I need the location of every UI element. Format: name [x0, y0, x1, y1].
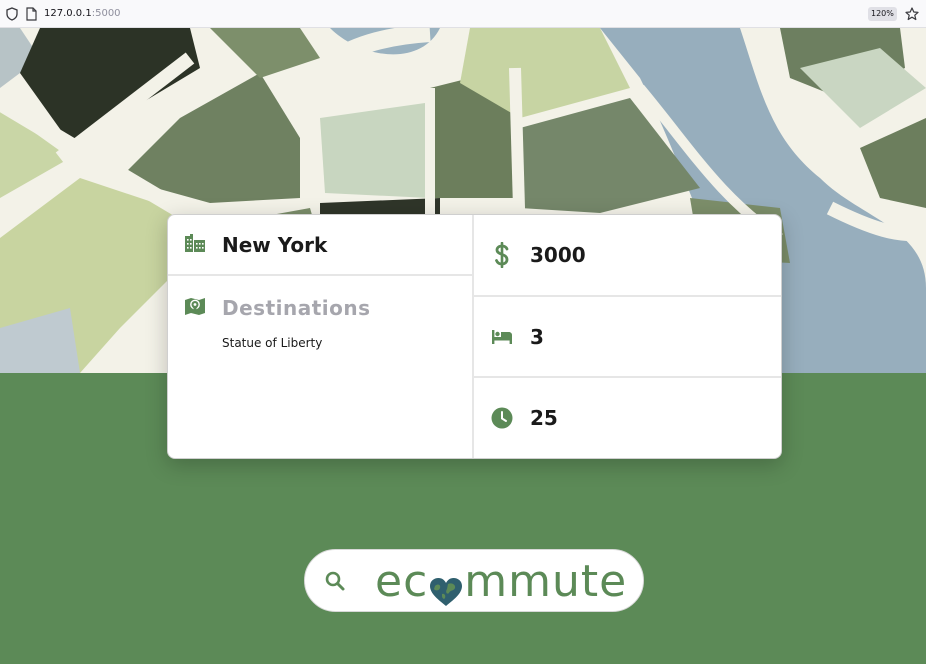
- zoom-level-badge[interactable]: 120%: [868, 7, 897, 21]
- clock-icon: [490, 407, 514, 429]
- beds-row: 3: [474, 297, 781, 379]
- city-icon: [184, 233, 206, 256]
- budget-value: 3000: [530, 242, 586, 267]
- budget-row: 3000: [474, 215, 781, 297]
- destinations-section: Destinations Statue of Liberty: [168, 276, 472, 350]
- map-marker-icon: [184, 297, 206, 319]
- destinations-list: Statue of Liberty: [184, 336, 472, 350]
- ecommute-logo: ec mmute: [375, 550, 627, 613]
- trip-summary-card: New York Destinations Statue of Liberty: [167, 214, 782, 459]
- search-bar[interactable]: ec mmute: [304, 549, 644, 612]
- city-name: New York: [222, 232, 328, 257]
- heart-globe-icon: [429, 567, 463, 606]
- beds-value: 3: [530, 324, 544, 349]
- browser-toolbar: 127.0.0.1:5000 120%: [0, 0, 926, 28]
- trip-stats-column: 3000 3 25: [474, 215, 781, 458]
- time-value: 25: [530, 406, 558, 431]
- dollar-icon: [490, 241, 514, 268]
- url-port: :5000: [91, 8, 121, 19]
- bookmark-star-icon[interactable]: [905, 7, 919, 21]
- time-row: 25: [474, 378, 781, 458]
- search-icon[interactable]: [324, 570, 346, 596]
- bed-icon: [490, 329, 514, 345]
- url-field[interactable]: 127.0.0.1:5000: [44, 8, 121, 19]
- shield-icon[interactable]: [6, 7, 18, 21]
- destination-item[interactable]: Statue of Liberty: [222, 336, 472, 350]
- destinations-title: Destinations: [222, 296, 371, 320]
- page-icon: [26, 7, 37, 21]
- destinations-header: Destinations: [184, 296, 472, 320]
- trip-left-column: New York Destinations Statue of Liberty: [168, 215, 474, 458]
- url-host: 127.0.0.1: [44, 8, 92, 19]
- logo-prefix: ec: [375, 556, 429, 607]
- city-row: New York: [168, 215, 472, 276]
- logo-suffix: mmute: [464, 556, 628, 607]
